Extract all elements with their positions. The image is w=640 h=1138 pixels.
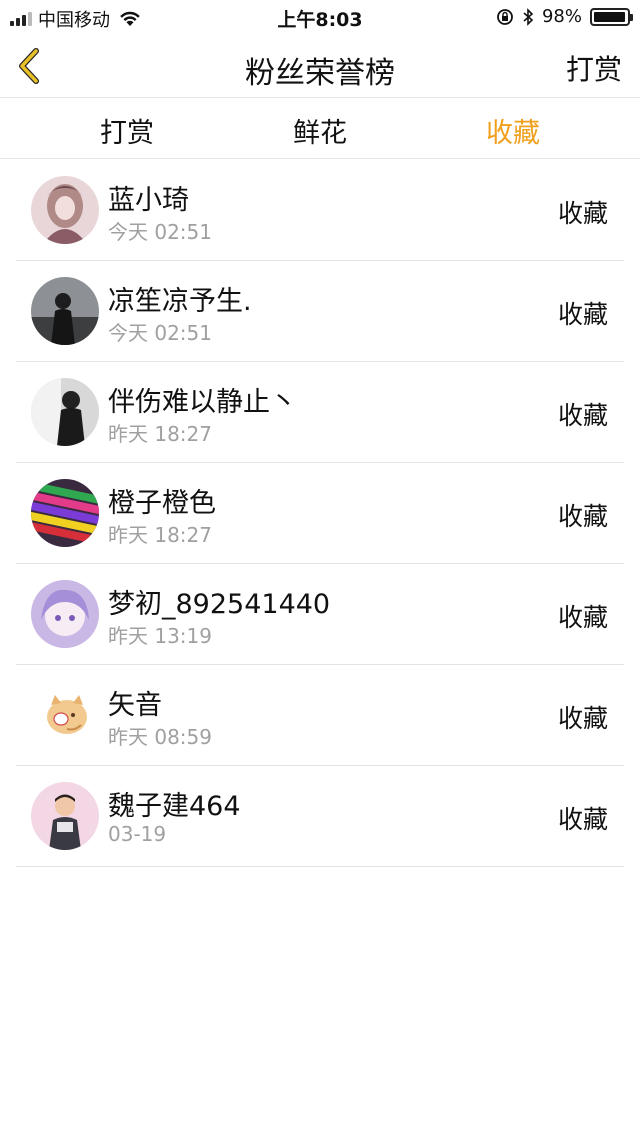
- tab-reward[interactable]: 打赏: [57, 111, 197, 150]
- avatar: [31, 277, 99, 345]
- action-label: 收藏: [557, 704, 608, 733]
- rotation-lock-icon: [497, 8, 513, 25]
- fan-name: 橙子橙色: [108, 488, 216, 519]
- list-item[interactable]: 伴伤难以静止丶 昨天 18:27 收藏: [16, 362, 624, 463]
- fan-time: 昨天 18:27: [108, 422, 212, 446]
- fan-time: 昨天 08:59: [108, 725, 212, 749]
- fan-time: 昨天 13:19: [108, 624, 212, 648]
- list-item[interactable]: 蓝小琦 今天 02:51 收藏: [16, 160, 624, 261]
- fan-name: 蓝小琦: [108, 185, 189, 216]
- tab-favorites[interactable]: 收藏: [443, 111, 583, 150]
- action-label: 收藏: [557, 805, 608, 834]
- action-label: 收藏: [557, 401, 608, 430]
- bluetooth-icon: [523, 7, 534, 26]
- status-right: 98%: [496, 6, 633, 27]
- nav-bar: 粉丝荣誉榜 打赏: [0, 34, 640, 98]
- fan-time: 今天 02:51: [108, 220, 212, 244]
- fan-name: 伴伤难以静止丶: [108, 387, 297, 418]
- fan-name: 梦初_892541440: [108, 589, 331, 620]
- action-label: 收藏: [557, 603, 608, 632]
- fan-name: 凉笙凉予生.: [108, 286, 252, 317]
- list-item[interactable]: 凉笙凉予生. 今天 02:51 收藏: [16, 261, 624, 362]
- avatar: [31, 176, 99, 244]
- avatar: [31, 681, 99, 749]
- fan-name: 矢音: [108, 690, 162, 721]
- action-label: 收藏: [557, 300, 608, 329]
- battery-icon: [590, 7, 633, 26]
- avatar: [31, 580, 99, 648]
- list-item[interactable]: 魏子建464 03-19 收藏: [16, 766, 624, 867]
- avatar: [31, 782, 99, 850]
- status-bar: 中国移动 上午8:03 98%: [0, 0, 640, 34]
- list-item[interactable]: 矢音 昨天 08:59 收藏: [16, 665, 624, 766]
- list-item[interactable]: 梦初_892541440 昨天 13:19 收藏: [16, 564, 624, 665]
- reward-button[interactable]: 打赏: [566, 48, 622, 88]
- fan-time: 今天 02:51: [108, 321, 212, 345]
- fan-time: 昨天 18:27: [108, 523, 212, 547]
- battery-percent: 98%: [541, 6, 582, 27]
- action-label: 收藏: [557, 199, 608, 228]
- avatar: [31, 479, 99, 547]
- page-title: 粉丝荣誉榜: [245, 56, 395, 91]
- fan-list: 蓝小琦 今天 02:51 收藏 凉笙凉予生. 今天 02:51 收藏 伴伤难以静…: [16, 160, 624, 867]
- action-label: 收藏: [557, 502, 608, 531]
- avatar: [31, 378, 99, 446]
- tab-flowers[interactable]: 鲜花: [250, 111, 390, 150]
- fan-name: 魏子建464: [108, 791, 241, 822]
- list-item[interactable]: 橙子橙色 昨天 18:27 收藏: [16, 463, 624, 564]
- fan-time: 03-19: [108, 822, 167, 846]
- tab-bar: 打赏 鲜花 收藏: [0, 99, 640, 159]
